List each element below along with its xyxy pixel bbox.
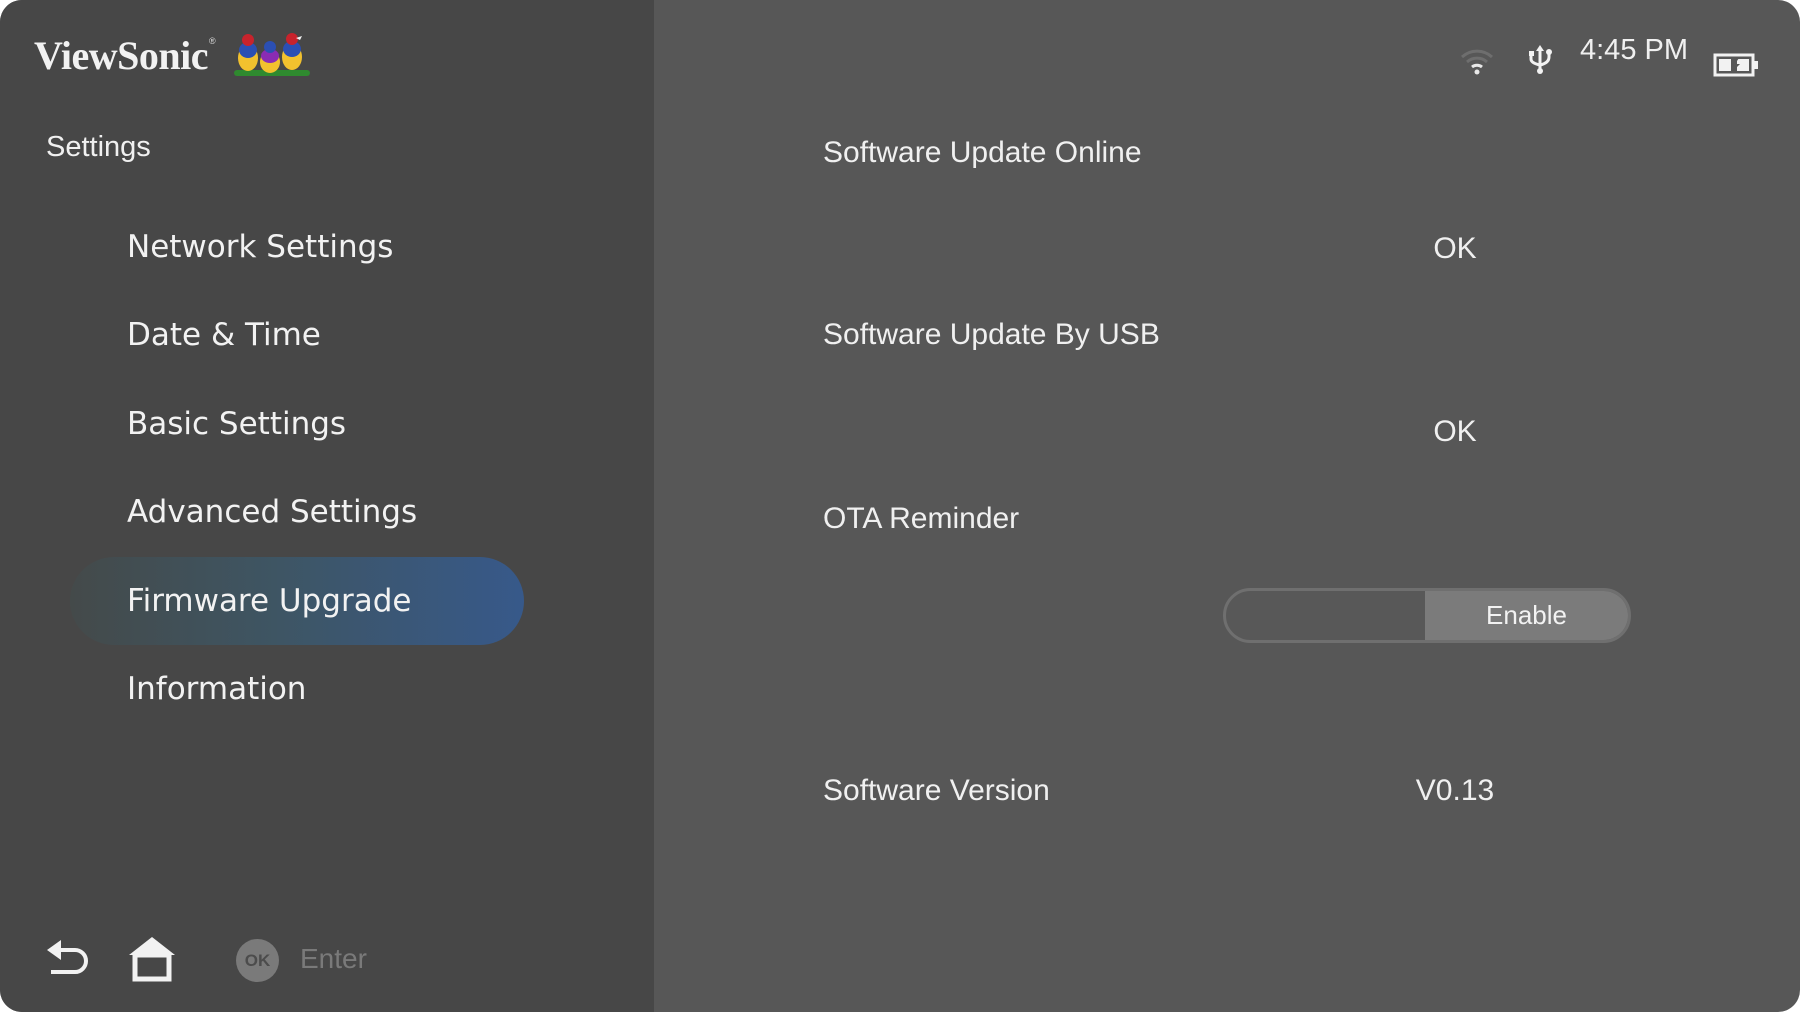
sidebar-item-label: Network Settings [127, 229, 394, 265]
registered-mark: ® [209, 36, 216, 46]
ota-reminder-toggle[interactable]: Enable [1223, 588, 1631, 643]
software-update-online-label: Software Update Online [823, 136, 1142, 169]
back-arrow-icon[interactable] [45, 938, 91, 978]
ok-button-badge: OK [236, 939, 279, 982]
sidebar-item-label: Advanced Settings [127, 494, 418, 530]
wifi-icon [1460, 49, 1494, 75]
sidebar-item-network-settings[interactable]: Network Settings [70, 203, 524, 291]
clock-time: 4:45 PM [1580, 34, 1688, 66]
toggle-enable-option[interactable]: Enable [1425, 591, 1628, 640]
projector-settings-screen: ViewSonic ® Settings Network Settings Dat… [0, 0, 1800, 1012]
software-update-usb-ok-button[interactable]: OK [1355, 415, 1555, 449]
software-version-value: V0.13 [1415, 774, 1495, 807]
software-version-label: Software Version [823, 774, 1050, 807]
brand-name: ViewSonic [34, 32, 209, 78]
home-icon[interactable] [127, 935, 177, 983]
sidebar-item-advanced-settings[interactable]: Advanced Settings [70, 468, 524, 556]
enter-hint-label: Enter [300, 943, 367, 974]
sidebar-item-label: Information [127, 671, 307, 707]
brand-logo: ViewSonic ® [34, 30, 312, 80]
sidebar-item-firmware-upgrade[interactable]: Firmware Upgrade [70, 557, 524, 645]
software-update-online-ok-button[interactable]: OK [1355, 232, 1555, 266]
ota-reminder-label: OTA Reminder [823, 502, 1020, 535]
sidebar-item-basic-settings[interactable]: Basic Settings [70, 380, 524, 468]
sidebar-item-label: Date & Time [127, 317, 321, 353]
software-update-usb-label: Software Update By USB [823, 318, 1160, 351]
sidebar-item-label: Basic Settings [127, 406, 347, 442]
usb-icon [1529, 45, 1552, 74]
sidebar-item-label: Firmware Upgrade [127, 583, 412, 619]
section-title: Settings [46, 131, 151, 163]
battery-charging-icon [1713, 53, 1758, 77]
sidebar-item-date-time[interactable]: Date & Time [70, 291, 524, 379]
sidebar-item-information[interactable]: Information [70, 645, 524, 733]
sidebar: ViewSonic ® Settings Network Settings Dat… [0, 0, 654, 1012]
birds-logo-icon [233, 33, 310, 76]
